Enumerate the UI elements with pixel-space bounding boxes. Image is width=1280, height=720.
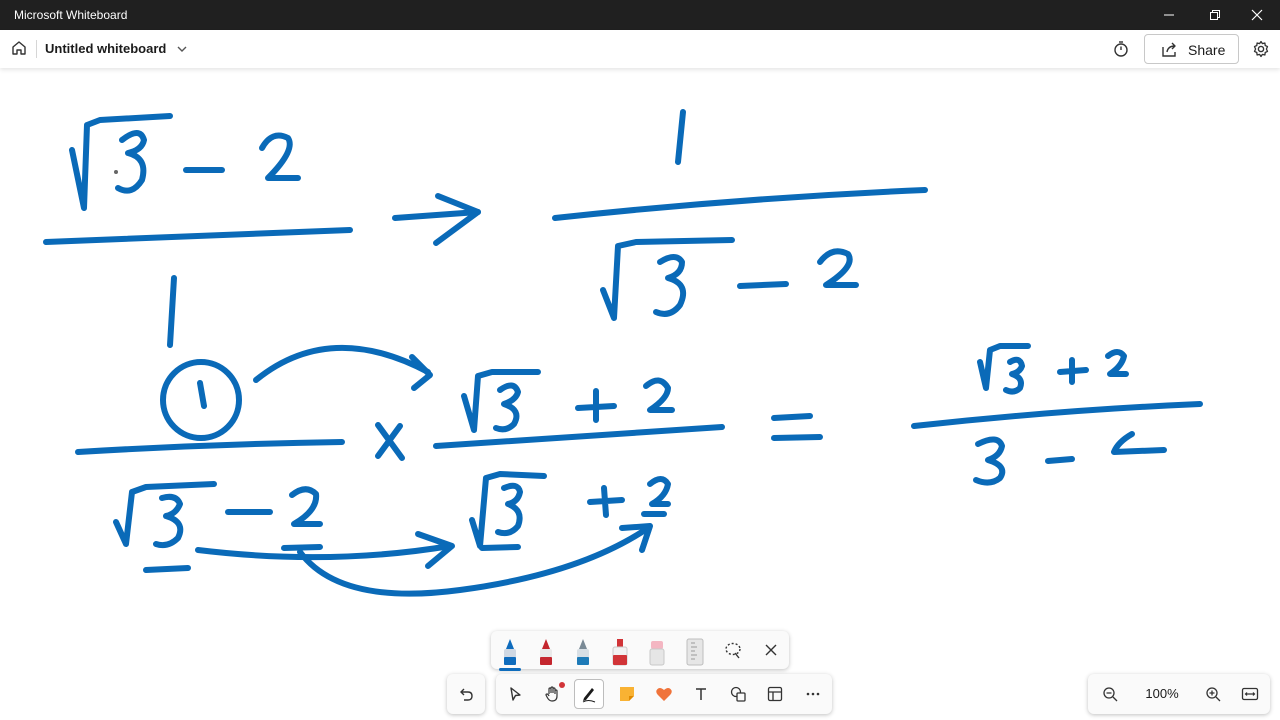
heart-icon [656,687,672,701]
zoom-out-icon [1103,687,1118,702]
select-tool[interactable] [500,679,530,709]
main-toolbar [496,674,832,714]
pen-tool[interactable] [574,679,604,709]
pen-tray [491,631,789,671]
pan-tool[interactable] [537,679,567,709]
undo-toolbar [447,674,485,714]
ruler-icon [686,638,704,666]
title-bar: Microsoft Whiteboard [0,0,1280,30]
red-highlighter[interactable] [609,637,631,667]
pen-icon [582,688,596,703]
divider [36,40,37,58]
shapes-tool[interactable] [723,679,753,709]
timer-button[interactable] [1110,38,1132,60]
restore-button[interactable] [1192,0,1238,30]
ink-strokes [43,109,1203,597]
close-pen-tray-button[interactable] [761,640,781,660]
undo-button[interactable] [451,679,481,709]
select-arrow-icon [510,687,521,701]
fit-to-screen-icon [1241,687,1259,701]
share-button[interactable]: Share [1144,34,1239,64]
share-label: Share [1188,42,1226,58]
fit-to-screen-button[interactable] [1235,679,1265,709]
templates-tool[interactable] [760,679,790,709]
blue-pen[interactable] [499,637,521,671]
reactions-tool[interactable] [649,679,679,709]
red-pen[interactable] [535,637,557,667]
sticky-note-tool[interactable] [612,679,642,709]
gear-icon [1253,40,1269,58]
share-icon [1162,42,1176,57]
whiteboard-canvas[interactable] [0,68,1280,720]
restore-icon [1210,10,1220,20]
undo-icon [460,688,473,701]
eraser-icon [649,641,665,666]
close-icon [1251,9,1263,21]
more-icon [806,692,820,696]
minimize-button[interactable] [1146,0,1192,30]
gray-pen-icon [577,639,589,665]
home-button[interactable] [8,37,30,59]
cursor-dot [114,170,118,174]
sticky-note-icon [620,687,634,701]
text-icon [696,688,706,700]
ruler[interactable] [684,637,706,667]
chevron-down-icon[interactable] [175,42,189,56]
blue-pen-icon [504,639,516,665]
red-pen-icon [540,639,552,665]
home-icon [12,41,26,55]
zoom-out-button[interactable] [1095,679,1125,709]
close-icon [765,644,777,656]
eraser[interactable] [646,637,668,667]
app-bar: Untitled whiteboard Share [0,30,1280,68]
zoom-level[interactable]: 100% [1144,686,1180,701]
settings-button[interactable] [1250,38,1272,60]
template-icon [767,686,783,702]
zoom-toolbar: 100% [1088,674,1270,714]
hand-icon [545,686,558,702]
close-window-button[interactable] [1234,0,1280,30]
lasso-select-icon[interactable] [723,640,743,660]
board-title[interactable]: Untitled whiteboard [45,41,166,56]
minimize-icon [1164,14,1174,16]
zoom-in-button[interactable] [1198,679,1228,709]
shapes-icon [730,686,746,702]
zoom-in-icon [1206,687,1221,702]
gray-pen[interactable] [572,637,594,667]
highlighter-icon [612,639,628,666]
notification-dot [559,682,565,688]
text-tool[interactable] [686,679,716,709]
more-button[interactable] [798,679,828,709]
window-title: Microsoft Whiteboard [14,8,128,22]
timer-icon [1114,41,1128,57]
